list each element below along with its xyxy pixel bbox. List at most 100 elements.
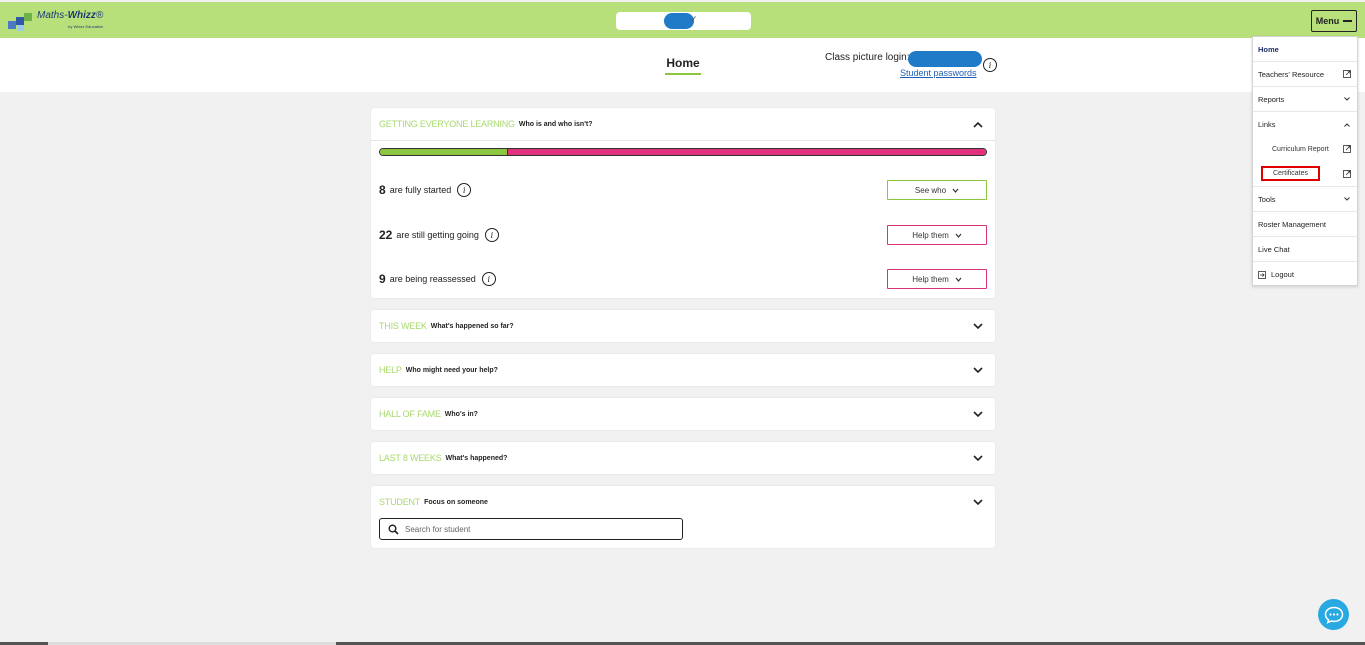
menu-item-label: Links [1258, 120, 1276, 129]
chevron-down-icon[interactable] [973, 453, 983, 463]
student-card: STUDENT Focus on someone [371, 486, 995, 548]
chevron-down-icon [955, 277, 962, 282]
student-search-input[interactable] [405, 524, 665, 534]
logo-cubes-icon [8, 12, 34, 31]
student-search-box[interactable] [379, 518, 683, 540]
menu-button-label: Menu [1315, 16, 1340, 26]
card-subtitle: Who might need your help? [405, 366, 498, 374]
stat-count: 8 [379, 183, 386, 197]
redacted-login-code [908, 51, 982, 67]
stat-row-getting-going: 22 are still getting going i [379, 225, 499, 245]
student-passwords-link[interactable]: Student passwords [900, 68, 977, 78]
see-who-button[interactable]: See who [887, 180, 987, 200]
button-label: Help them [912, 230, 949, 240]
maths-whizz-logo[interactable]: Maths-Whizz® by Whizz Education [8, 11, 103, 32]
menu-item-links[interactable]: Links [1253, 112, 1357, 137]
card-title: THIS WEEK [379, 321, 427, 331]
menu-item-logout[interactable]: Logout [1253, 262, 1357, 287]
menu-item-label: Roster Management [1258, 219, 1326, 229]
menu-item-label: Teachers' Resource [1258, 69, 1325, 79]
card-title: HELP [379, 365, 402, 375]
chevron-down-icon [1344, 197, 1350, 201]
menu-item-label: Home [1258, 44, 1279, 54]
chat-icon [1324, 606, 1343, 624]
card-title: HALL OF FAME [379, 409, 441, 419]
tab-home[interactable]: Home [665, 56, 701, 75]
external-link-icon [1343, 70, 1351, 78]
menu-item-label: Live Chat [1258, 244, 1290, 254]
card-header[interactable]: LAST 8 WEEKS What's happened? [371, 442, 995, 474]
getting-everyone-learning-card: GETTING EVERYONE LEARNING Who is and who… [371, 108, 995, 298]
stat-label: are fully started [389, 185, 452, 195]
sub-header: Home Class picture login: Student passwo… [0, 38, 1365, 92]
menu-item-tools[interactable]: Tools [1253, 187, 1357, 212]
card-subtitle: What's happened so far? [430, 322, 514, 330]
card-subtitle: What's happened? [445, 454, 508, 462]
chevron-down-icon: ✓ [690, 14, 698, 24]
progress-remaining-segment [508, 149, 986, 155]
chevron-down-icon[interactable] [973, 365, 983, 375]
info-icon[interactable]: i [484, 228, 499, 242]
chevron-down-icon[interactable] [973, 321, 983, 331]
menu-dash-icon [1343, 20, 1353, 22]
menu-item-reports[interactable]: Reports [1253, 87, 1357, 112]
card-subtitle: Who is and who isn't? [518, 120, 593, 128]
card-header[interactable]: HELP Who might need your help? [371, 354, 995, 386]
learning-progress-bar [379, 148, 987, 156]
menu-item-label: Certificates [1261, 166, 1321, 181]
chevron-down-icon[interactable] [973, 497, 983, 507]
card-subtitle: Focus on someone [424, 498, 488, 506]
card-header[interactable]: THIS WEEK What's happened so far? [371, 310, 995, 342]
stat-label: are still getting going [396, 230, 479, 240]
class-selector[interactable]: ✓ [616, 12, 751, 30]
menu-item-home[interactable]: Home [1253, 37, 1357, 62]
menu-subitem-certificates[interactable]: Certificates [1253, 161, 1357, 187]
button-label: Help them [912, 274, 949, 284]
stat-row-fully-started: 8 are fully started i [379, 180, 472, 200]
divider [371, 140, 995, 141]
help-them-button[interactable]: Help them [887, 225, 987, 245]
search-icon [388, 524, 399, 535]
button-label: See who [914, 185, 947, 195]
card-header[interactable]: HALL OF FAME Who's in? [371, 398, 995, 430]
stat-row-reassessed: 9 are being reassessed i [379, 269, 496, 289]
menu-subitem-curriculum-report[interactable]: Curriculum Report [1253, 137, 1357, 161]
menu-item-label: Curriculum Report [1272, 145, 1329, 153]
progress-started-segment [380, 149, 509, 155]
card-title: GETTING EVERYONE LEARNING [379, 119, 515, 129]
menu-item-label: Reports [1258, 94, 1285, 104]
stat-label: are being reassessed [389, 274, 476, 284]
last-8-weeks-card[interactable]: LAST 8 WEEKS What's happened? [371, 442, 995, 474]
menu-item-live-chat[interactable]: Live Chat [1253, 237, 1357, 262]
card-subtitle: Who's in? [444, 410, 478, 418]
chevron-up-icon [1344, 122, 1350, 127]
card-title: LAST 8 WEEKS [379, 453, 442, 463]
chevron-down-icon [955, 233, 962, 238]
chevron-up-icon[interactable] [973, 119, 983, 129]
card-header[interactable]: GETTING EVERYONE LEARNING Who is and who… [371, 108, 995, 140]
menu-item-roster-management[interactable]: Roster Management [1253, 212, 1357, 237]
main-menu-dropdown: Home Teachers' Resource Reports Links Cu… [1252, 36, 1358, 286]
external-link-icon [1343, 169, 1351, 178]
help-card[interactable]: HELP Who might need your help? [371, 354, 995, 386]
logo-wordmark: Maths-Whizz® by Whizz Education [37, 10, 104, 30]
hall-of-fame-card[interactable]: HALL OF FAME Who's in? [371, 398, 995, 430]
class-picture-login-label: Class picture login: [825, 52, 910, 63]
stat-count: 9 [379, 272, 386, 286]
info-icon[interactable]: i [983, 58, 997, 72]
card-title: STUDENT [379, 497, 421, 507]
help-them-button[interactable]: Help them [887, 269, 987, 289]
external-link-icon [1343, 145, 1351, 153]
menu-item-label: Logout [1271, 270, 1294, 279]
menu-button[interactable]: Menu [1311, 10, 1357, 32]
logout-icon [1258, 270, 1266, 279]
chevron-down-icon[interactable] [973, 409, 983, 419]
chevron-down-icon [952, 188, 959, 193]
card-header[interactable]: STUDENT Focus on someone [371, 486, 995, 518]
menu-item-label: Tools [1258, 194, 1276, 204]
info-icon[interactable]: i [481, 272, 496, 286]
info-icon[interactable]: i [457, 183, 472, 197]
this-week-card[interactable]: THIS WEEK What's happened so far? [371, 310, 995, 342]
menu-item-teachers-resource[interactable]: Teachers' Resource [1253, 62, 1357, 87]
live-chat-button[interactable] [1318, 599, 1349, 630]
